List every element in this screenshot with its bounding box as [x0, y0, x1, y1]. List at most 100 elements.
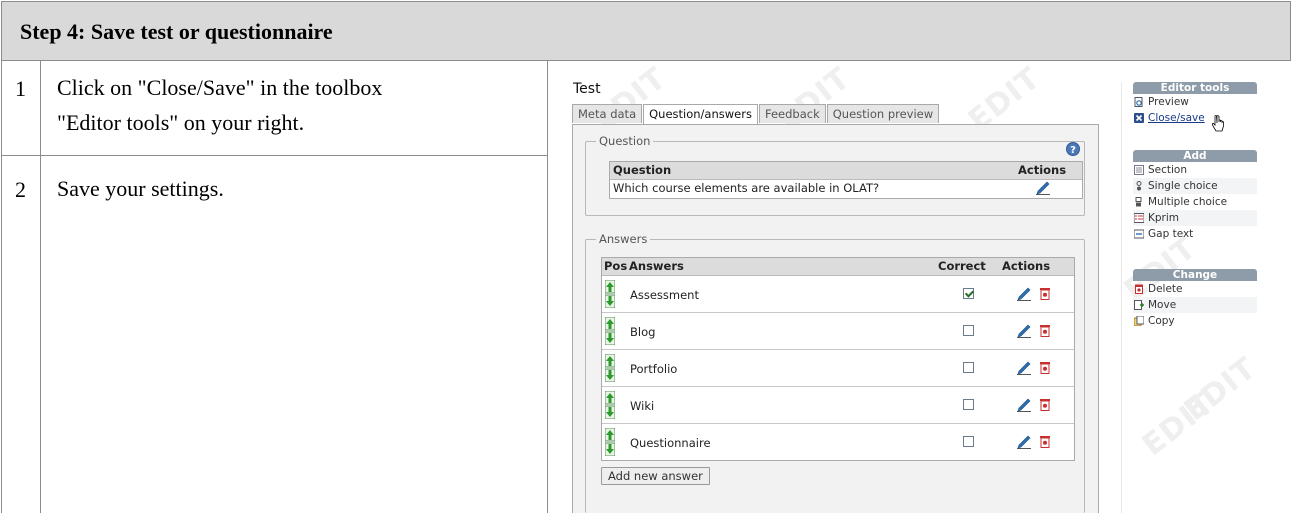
delete-bin-icon[interactable] — [1039, 324, 1051, 337]
close-save-icon — [1134, 113, 1144, 123]
edit-pencil-icon[interactable] — [1016, 435, 1032, 449]
answer-row: Blog — [602, 313, 1074, 350]
correct-checkbox[interactable] — [963, 362, 974, 373]
step-header: Step 4: Save test or questionnaire — [1, 1, 1291, 61]
toolbox-item-move[interactable]: Move — [1133, 297, 1257, 313]
answer-label: Questionnaire — [630, 436, 711, 450]
preview-icon — [1134, 97, 1143, 107]
correct-col-header: Correct — [938, 259, 986, 273]
step-title: Step 4: Save test or questionnaire — [20, 19, 333, 44]
help-icon[interactable]: ? — [1066, 142, 1080, 156]
close-save-label: Close/save — [1148, 112, 1205, 124]
edit-pencil-icon[interactable] — [1016, 398, 1032, 412]
answer-label: Blog — [630, 325, 656, 339]
svg-text:?: ? — [1070, 145, 1076, 156]
answers-legend: Answers — [599, 232, 648, 246]
question-col-header: Question — [613, 163, 672, 177]
delete-bin-icon[interactable] — [1039, 287, 1051, 300]
add-new-answer-button[interactable]: Add new answer — [601, 467, 710, 485]
tab-feedback[interactable]: Feedback — [758, 104, 826, 123]
tab-meta-data[interactable]: Meta data — [572, 104, 643, 123]
question-legend: Question — [599, 134, 651, 148]
answers-col-header: Answers — [629, 259, 684, 273]
answers-table: Pos Answers Correct Actions Assessment Bl… — [601, 257, 1075, 461]
answer-row: Wiki — [602, 387, 1074, 424]
toolbox-item-label: Copy — [1148, 315, 1175, 327]
answer-row: Assessment — [602, 276, 1074, 313]
toolbox-item-kprim[interactable]: Kprim — [1133, 210, 1257, 226]
editor-tools-box: Editor tools Preview Close/save — [1133, 82, 1257, 132]
gap-text-icon — [1134, 229, 1144, 239]
toolbox-item-label: Single choice — [1148, 180, 1218, 192]
delete-bin-icon[interactable] — [1039, 398, 1051, 411]
move-up-down-icon[interactable] — [605, 428, 615, 456]
move-up-down-icon[interactable] — [605, 354, 615, 382]
change-title: Change — [1133, 269, 1257, 281]
correct-checkbox[interactable] — [963, 288, 974, 299]
correct-checkbox[interactable] — [963, 399, 974, 410]
toolbox-item-label: Section — [1148, 164, 1188, 176]
answers-table-header: Pos Answers Correct Actions — [602, 258, 1074, 276]
preview-link[interactable]: Preview — [1133, 94, 1257, 110]
question-row: Which course elements are available in O… — [610, 180, 1082, 198]
toolbox-item-single-choice[interactable]: Single choice — [1133, 178, 1257, 194]
toolbox-item-gap-text[interactable]: Gap text — [1133, 226, 1257, 242]
delete-bin-icon[interactable] — [1039, 361, 1051, 374]
move-up-down-icon[interactable] — [605, 391, 615, 419]
move-up-down-icon[interactable] — [605, 280, 615, 308]
toolbox-item-multiple-choice[interactable]: Multiple choice — [1133, 194, 1257, 210]
olat-editor-screenshot: EDIT EDIT EDIT EDIT EDIT EDIT Test Meta … — [548, 61, 1292, 513]
toolbox-item-label: Move — [1148, 299, 1177, 311]
change-items: Delete Move Copy — [1133, 281, 1257, 329]
edit-pencil-icon[interactable] — [1016, 287, 1032, 301]
actions-col-header: Actions — [1018, 163, 1067, 177]
change-box: Change Delete Move Copy — [1133, 269, 1257, 329]
answer-label: Wiki — [630, 399, 655, 413]
answer-label: Assessment — [630, 288, 699, 302]
hand-cursor-icon — [1211, 115, 1224, 132]
toolbox-item-delete[interactable]: Delete — [1133, 281, 1257, 297]
single-choice-icon — [1136, 181, 1142, 191]
copy-icon — [1134, 316, 1144, 326]
toolbox-item-section[interactable]: Section — [1133, 162, 1257, 178]
correct-checkbox[interactable] — [963, 436, 974, 447]
edit-pencil-icon[interactable] — [1016, 361, 1032, 375]
preview-label: Preview — [1148, 96, 1189, 108]
question-table: Question Actions Which course elements a… — [609, 161, 1083, 199]
answer-label: Portfolio — [630, 362, 678, 376]
add-items: Section Single choice Multiple choice Kprim… — [1133, 162, 1257, 242]
add-title: Add — [1133, 150, 1257, 162]
move-icon — [1134, 300, 1144, 310]
tab-bar: Meta data Question/answers Feedback Ques… — [572, 104, 940, 125]
table-row-divider — [1, 155, 548, 156]
tab-question-preview[interactable]: Question preview — [826, 104, 940, 123]
column-separator — [1121, 82, 1122, 513]
tab-question-answers[interactable]: Question/answers — [643, 104, 758, 125]
edit-pencil-icon[interactable] — [1016, 324, 1032, 338]
step-1-line-2: "Editor tools" on your right. — [57, 110, 305, 135]
toolbox-item-label: Delete — [1148, 283, 1183, 295]
multiple-choice-icon — [1135, 197, 1142, 207]
table-border-left — [1, 61, 2, 513]
delete-icon — [1135, 284, 1143, 294]
editor-tools-title: Editor tools — [1133, 82, 1257, 94]
watermark: EDIT — [1135, 385, 1222, 464]
pos-col-header: Pos — [604, 259, 628, 273]
move-up-down-icon[interactable] — [605, 317, 615, 345]
question-text: Which course elements are available in O… — [613, 181, 880, 195]
section-icon — [1134, 165, 1144, 175]
edit-pencil-icon[interactable] — [1035, 181, 1051, 195]
table-border-num — [40, 61, 41, 513]
delete-bin-icon[interactable] — [1039, 435, 1051, 448]
toolbox-item-label: Gap text — [1148, 228, 1194, 240]
add-box: Add Section Single choice Multiple choice K… — [1133, 150, 1257, 242]
correct-checkbox[interactable] — [963, 325, 974, 336]
toolbox-item-copy[interactable]: Copy — [1133, 313, 1257, 329]
question-table-header: Question Actions — [610, 162, 1082, 180]
step-2-text: Save your settings. — [57, 176, 224, 201]
toolbox-item-label: Multiple choice — [1148, 196, 1228, 208]
toolbox-item-label: Kprim — [1148, 212, 1180, 224]
answer-row: Questionnaire — [602, 424, 1074, 460]
close-save-link[interactable]: Close/save — [1133, 110, 1257, 132]
step-1-line-1: Click on "Close/Save" in the toolbox — [57, 75, 383, 100]
